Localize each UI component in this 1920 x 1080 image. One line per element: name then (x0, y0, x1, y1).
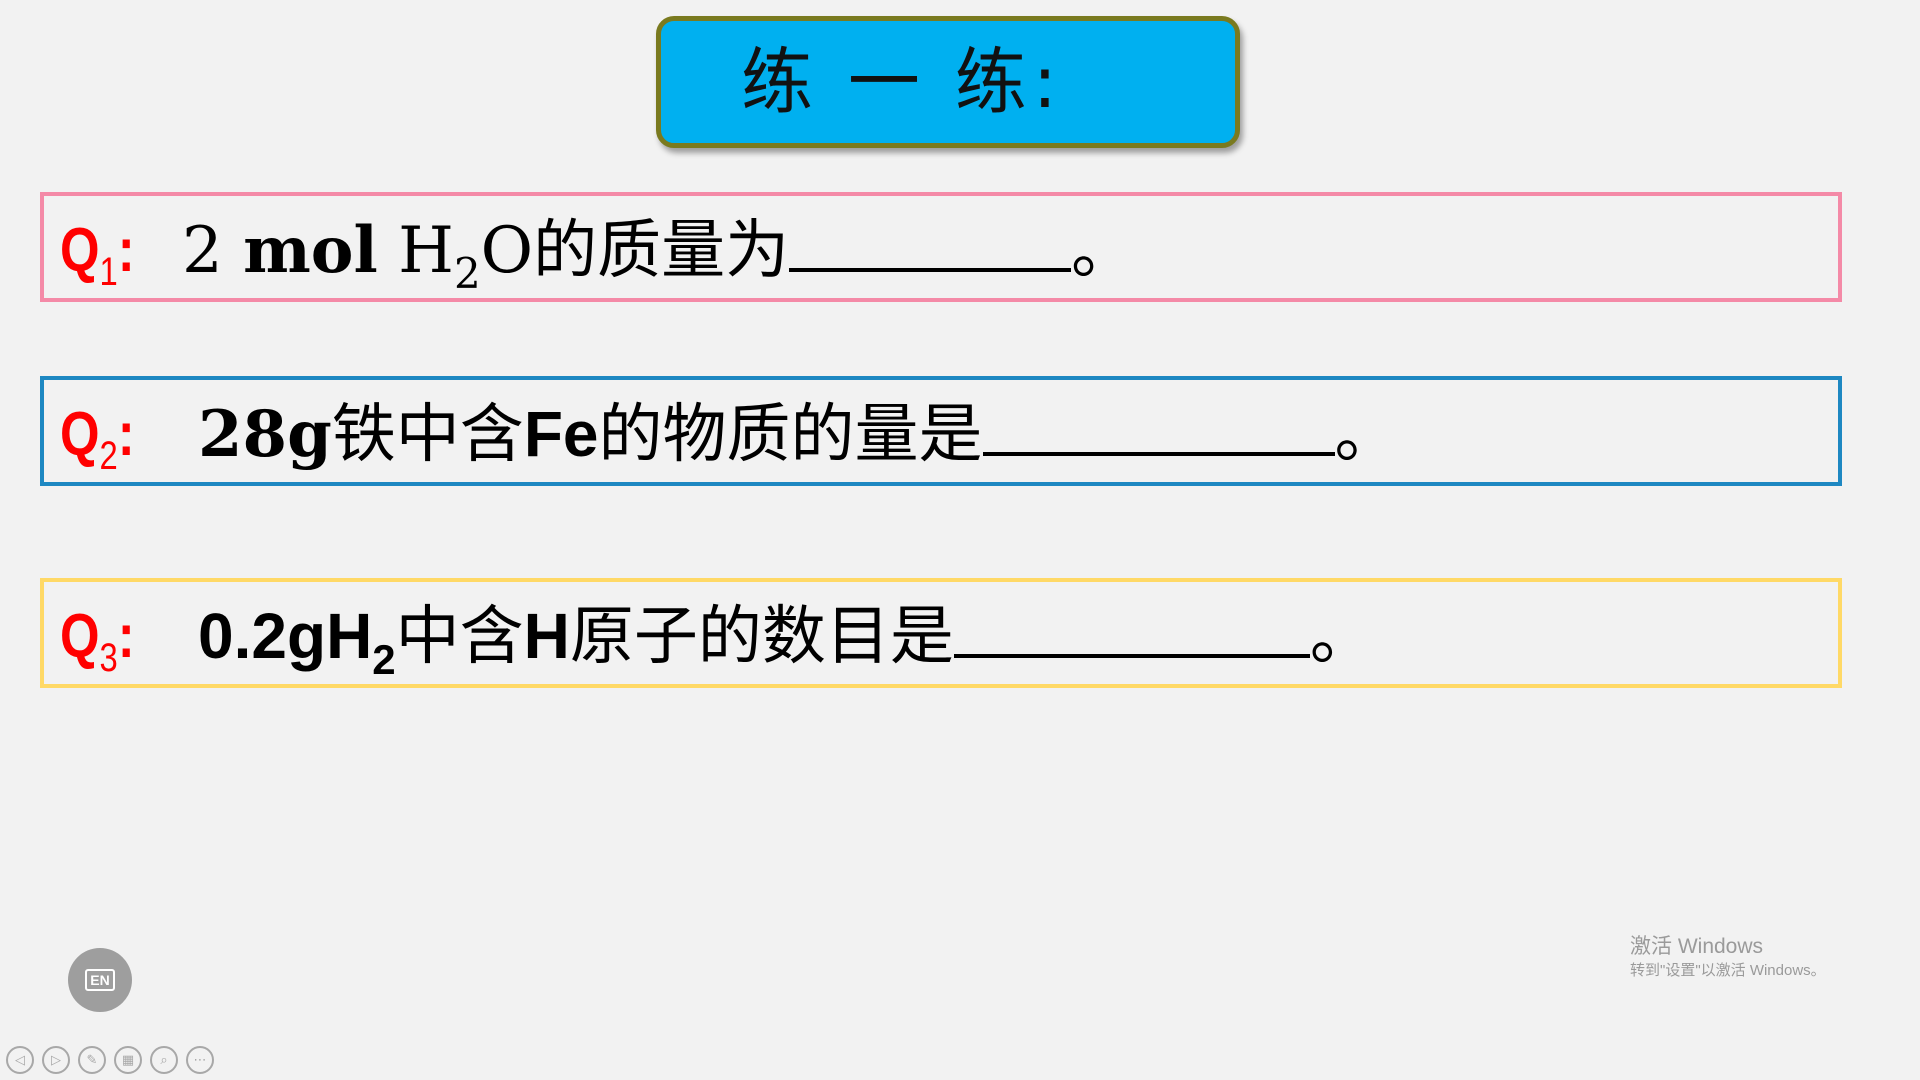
presentation-toolbar: ◁ ▷ ✎ ▦ ⌕ ⋯ (6, 1046, 214, 1074)
pen-icon[interactable]: ✎ (78, 1046, 106, 1074)
question-2-box: Q2: 28g铁中含Fe的物质的量是。 (40, 376, 1842, 486)
zoom-icon[interactable]: ⌕ (150, 1046, 178, 1074)
question-3-text: 0.2gH2中含H原子的数目是。 (198, 598, 1374, 683)
answer-blank-1[interactable] (789, 212, 1072, 272)
question-1-text: 2 mol H2O的质量为。 (182, 212, 1136, 299)
answer-blank-2[interactable] (982, 396, 1335, 456)
question-1-label: Q1: (60, 216, 135, 295)
watermark-subtitle: 转到"设置"以激活 Windows。 (1630, 962, 1826, 979)
question-1-box: Q1: 2 mol H2O的质量为。 (40, 192, 1842, 302)
language-switch-button[interactable]: EN (68, 948, 132, 1012)
slides-grid-icon[interactable]: ▦ (114, 1046, 142, 1074)
prev-slide-icon[interactable]: ◁ (6, 1046, 34, 1074)
more-icon[interactable]: ⋯ (186, 1046, 214, 1074)
answer-blank-3[interactable] (953, 598, 1310, 658)
question-2-label: Q2: (60, 400, 135, 479)
watermark-title: 激活 Windows (1630, 935, 1764, 958)
question-2-text: 28g铁中含Fe的物质的量是。 (198, 396, 1399, 473)
activation-watermark: 激活 Windows 转到"设置"以激活 Windows。 (1630, 934, 1826, 982)
language-label: EN (85, 969, 115, 991)
title-banner: 练 一 练: (656, 16, 1240, 148)
question-3-label: Q3: (60, 602, 135, 681)
next-slide-icon[interactable]: ▷ (42, 1046, 70, 1074)
slide-title: 练 一 练: (741, 40, 1064, 124)
question-3-box: Q3: 0.2gH2中含H原子的数目是。 (40, 578, 1842, 688)
